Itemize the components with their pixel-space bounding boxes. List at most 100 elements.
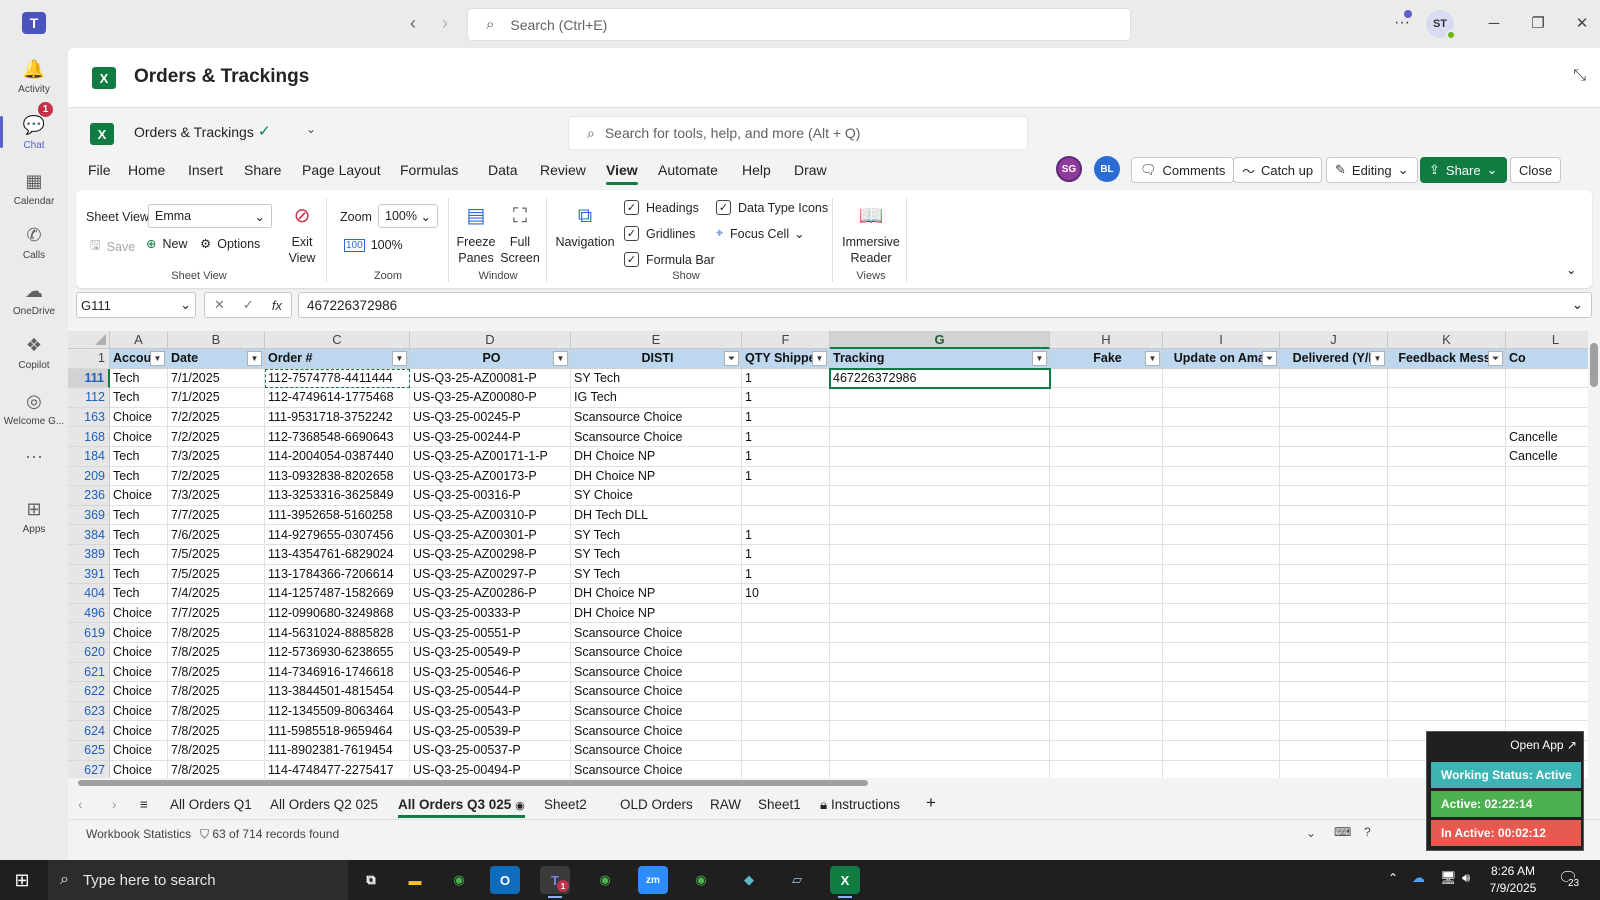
table-cell[interactable]: [1163, 623, 1280, 643]
table-cell[interactable]: Tech: [110, 466, 168, 487]
catch-up-button[interactable]: 〜 Catch up: [1233, 157, 1323, 183]
excel-taskbar-icon[interactable]: X: [830, 866, 860, 898]
cancel-icon[interactable]: ✕: [214, 297, 225, 313]
table-cell[interactable]: [1163, 701, 1280, 722]
rail-item-apps[interactable]: ⊞ Apps: [0, 488, 68, 544]
table-cell[interactable]: [1163, 603, 1280, 624]
column-header-l[interactable]: L: [1506, 331, 1600, 349]
table-cell[interactable]: 7/8/2025: [168, 741, 265, 761]
table-cell[interactable]: [1506, 663, 1600, 683]
table-cell[interactable]: [1280, 603, 1388, 624]
row-header[interactable]: 163: [68, 407, 110, 428]
table-cell[interactable]: US-Q3-25-AZ00171-1-P: [410, 447, 571, 467]
table-cell[interactable]: [1050, 388, 1163, 408]
table-cell[interactable]: [1280, 643, 1388, 663]
table-cell[interactable]: Scansource Choice: [571, 701, 742, 722]
table-cell[interactable]: [1388, 447, 1506, 467]
table-cell[interactable]: [1388, 564, 1506, 585]
table-cell[interactable]: DH Tech DLL: [571, 505, 742, 526]
save-sheet-view-button[interactable]: 🖫 Save: [90, 236, 135, 257]
table-cell[interactable]: SY Tech: [571, 525, 742, 545]
table-cell[interactable]: 111-3952658-5160258: [265, 505, 410, 526]
table-cell[interactable]: [1280, 662, 1388, 683]
table-cell[interactable]: 7/1/2025: [168, 388, 265, 408]
table-cell[interactable]: 1: [742, 447, 830, 467]
filter-applied-icon[interactable]: ⏷: [1262, 351, 1277, 366]
user-avatar[interactable]: ST: [1426, 10, 1456, 40]
focus-cell-button[interactable]: ⌖ Focus Cell ⌄: [716, 226, 805, 241]
sheet-tab[interactable]: All Orders Q1: [170, 797, 252, 812]
table-cell[interactable]: 7/8/2025: [168, 701, 265, 722]
row-header[interactable]: 236: [68, 486, 110, 506]
table-cell[interactable]: Choice: [110, 427, 168, 447]
tab-view[interactable]: View: [606, 162, 638, 185]
row-header[interactable]: 389: [68, 545, 110, 565]
forward-arrow-icon[interactable]: ›: [434, 12, 456, 34]
open-app-link[interactable]: Open App ↗: [1510, 738, 1577, 752]
table-cell[interactable]: [1506, 506, 1600, 526]
row-header[interactable]: 111: [68, 368, 110, 389]
row-header[interactable]: 620: [68, 643, 110, 663]
table-cell[interactable]: [1388, 545, 1506, 565]
table-cell[interactable]: [1050, 623, 1163, 643]
table-cell[interactable]: 7/2/2025: [168, 427, 265, 447]
table-cell[interactable]: [742, 760, 830, 778]
filter-dropdown-icon[interactable]: ▼: [1032, 351, 1047, 366]
table-cell[interactable]: 111-9531718-3752242: [265, 407, 410, 428]
filter-dropdown-icon[interactable]: ▼: [812, 351, 827, 366]
chrome-profile-icon[interactable]: ◉: [686, 866, 716, 894]
keyboard-icon[interactable]: ⌨: [1334, 825, 1351, 839]
table-cell[interactable]: Cancelle: [1506, 427, 1600, 447]
table-cell[interactable]: Tech: [110, 447, 168, 467]
table-header-cell[interactable]: Update on Amaz ⏷: [1163, 349, 1280, 369]
table-cell[interactable]: [830, 407, 1050, 428]
table-cell[interactable]: [1280, 564, 1388, 585]
table-cell[interactable]: [742, 643, 830, 663]
table-cell[interactable]: Choice: [110, 760, 168, 778]
table-cell[interactable]: SY Tech: [571, 545, 742, 565]
tab-page-layout[interactable]: Page Layout: [302, 162, 381, 178]
table-cell[interactable]: US-Q3-25-00544-P: [410, 682, 571, 702]
table-cell[interactable]: US-Q3-25-AZ00286-P: [410, 584, 571, 604]
table-header-cell[interactable]: Order # ▼: [265, 349, 410, 369]
table-cell[interactable]: 7/8/2025: [168, 721, 265, 741]
table-cell[interactable]: Scansource Choice: [571, 682, 742, 702]
table-cell[interactable]: [1388, 603, 1506, 624]
table-cell[interactable]: Choice: [110, 701, 168, 722]
column-header-d[interactable]: D: [410, 331, 571, 349]
taskbar-clock[interactable]: 8:26 AM 7/9/2025: [1478, 863, 1548, 897]
rail-item-copilot[interactable]: ❖ Copilot: [0, 324, 68, 380]
table-cell[interactable]: SY Tech: [571, 564, 742, 585]
zoom-100-button[interactable]: 100 100%: [344, 238, 403, 252]
row-header[interactable]: 496: [68, 603, 110, 624]
column-header-a[interactable]: A: [110, 331, 168, 349]
name-box[interactable]: G111 ⌄: [76, 292, 196, 318]
table-header-cell[interactable]: DISTI ⏷: [571, 349, 742, 369]
column-header-i[interactable]: I: [1163, 331, 1280, 349]
table-cell[interactable]: Choice: [110, 682, 168, 702]
table-cell[interactable]: Scansource Choice: [571, 662, 742, 683]
table-cell[interactable]: [1506, 604, 1600, 624]
table-cell[interactable]: Scansource Choice: [571, 741, 742, 761]
table-cell[interactable]: [1163, 760, 1280, 778]
row-header[interactable]: 624: [68, 721, 110, 741]
all-sheets-menu-icon[interactable]: ≡: [140, 797, 148, 812]
table-cell[interactable]: [830, 545, 1050, 565]
column-header-k[interactable]: K: [1388, 331, 1506, 349]
table-cell[interactable]: [1050, 603, 1163, 624]
table-cell[interactable]: 7/4/2025: [168, 584, 265, 604]
vertical-scroll-thumb[interactable]: [1590, 343, 1598, 387]
table-cell[interactable]: Choice: [110, 407, 168, 428]
task-view-icon[interactable]: ⧉: [356, 866, 386, 894]
table-cell[interactable]: US-Q3-25-AZ00173-P: [410, 466, 571, 487]
data-type-icons-checkbox[interactable]: ✓ Data Type Icons: [716, 200, 828, 215]
volume-icon[interactable]: 🔊︎: [1462, 870, 1470, 886]
tab-draw[interactable]: Draw: [794, 162, 827, 178]
table-cell[interactable]: 111-8902381-7619454: [265, 741, 410, 761]
chevron-down-icon[interactable]: ⌄: [306, 122, 316, 136]
column-header-b[interactable]: B: [168, 331, 265, 349]
table-cell[interactable]: [1280, 584, 1388, 604]
table-cell[interactable]: 7/8/2025: [168, 623, 265, 643]
onedrive-tray-icon[interactable]: ☁: [1412, 870, 1425, 886]
sheet-tab[interactable]: Sheet2: [544, 797, 587, 812]
